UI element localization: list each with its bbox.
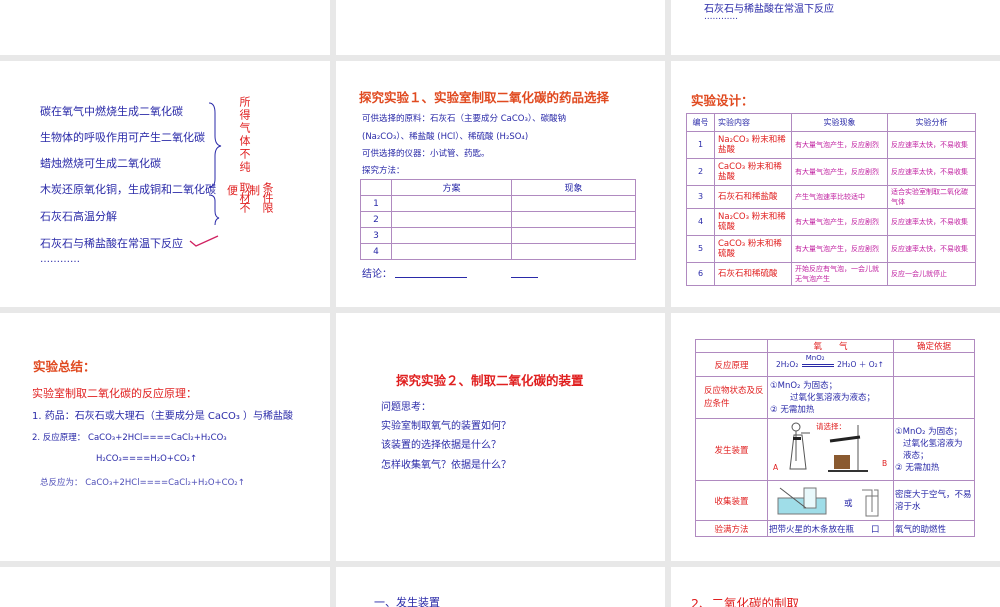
blank-line — [511, 277, 538, 278]
slide-thumbnail-exp2[interactable]: 探究实验２、制取二氧化碳的装置 问题思考： 实验室制取氧气的装置如何？ 该装置的… — [336, 313, 665, 561]
text-line: 问题思考： — [381, 402, 431, 413]
slide-thumbnail-exp1[interactable]: 探究实验１、实验室制取二氧化碳的药品选择 可供选择的原料：石灰石（主要成分 Ca… — [336, 61, 665, 307]
experiment-analysis: 反应速率太快，不易收集 — [887, 208, 976, 236]
note-limit: 条件限 — [261, 182, 274, 212]
experiment-analysis: 反应速率太快，不易收集 — [887, 158, 976, 186]
slide-thumbnail-methods[interactable]: 碳在氧气中燃烧生成二氧化碳 生物体的呼吸作用可产生二氧化碳 蜡烛燃烧可生成二氧化… — [0, 61, 330, 307]
table-row: 5 CaCO₃ 粉末和稀硫酸 有大量气泡产生，反应剧烈 反应速率太快，不易收集 — [686, 235, 976, 263]
ellipsis: ………… — [40, 254, 80, 265]
experiment-content: Na₂CO₃ 粉末和稀硫酸 — [714, 208, 792, 236]
experiment-content: 石灰石和稀盐酸 — [714, 185, 792, 209]
brace-icon — [208, 102, 222, 226]
conclusion-label: 结论： — [362, 269, 392, 280]
row-number: 5 — [686, 235, 715, 263]
method-item: 碳在氧气中燃烧生成二氧化碳 — [40, 105, 183, 118]
experiment-content: Na₂CO₃ 粉末和稀盐酸 — [714, 131, 792, 159]
slide-thumbnail-design[interactable]: 实验设计： 编号 实验内容 实验现象 实验分析 1 Na₂CO₃ 粉末和稀盐酸 有大量气泡… — [671, 61, 1000, 307]
blank-line — [395, 277, 467, 278]
slide-title: 实验设计： — [691, 93, 754, 108]
slide-title: 探究实验２、制取二氧化碳的装置 — [396, 373, 584, 388]
note-impure: 所得气体不纯 — [238, 96, 251, 174]
row-number: 6 — [686, 262, 715, 286]
slide-thumbnail[interactable] — [0, 0, 330, 55]
row-number: 2 — [686, 158, 715, 186]
note-limit: 制 — [249, 184, 260, 197]
row-number: 1 — [686, 131, 715, 159]
slide-thumbnail[interactable]: 石灰石与稀盐酸在常温下反应 ………… — [671, 0, 1000, 55]
experiment-analysis: 适合实验室制取二氧化碳气体 — [887, 185, 976, 209]
plan-table: 方案 现象 1 2 3 4 — [360, 179, 636, 260]
experiment-analysis: 反应速率太快，不易收集 — [887, 235, 976, 263]
text-line: 该装置的选择依据是什么？ — [381, 440, 501, 451]
slide-thumbnail-summary[interactable]: 实验总结： 实验室制取二氧化碳的反应原理： 1. 药品：石灰石或大理石（主要成分… — [0, 313, 330, 561]
slide-thumbnail[interactable] — [336, 0, 665, 55]
slide-title: 一、发生装置 — [374, 596, 440, 607]
text-line: 怎样收集氧气？依据是什么？ — [381, 460, 511, 471]
row-number: 4 — [686, 208, 715, 236]
equation: 总反应为： CaCO₃+2HCl====CaCl₂+H₂O+CO₂↑ — [40, 478, 245, 488]
row-number: 3 — [686, 185, 715, 209]
text-line: 可供选择的原料：石灰石（主要成分 CaCO₃）、碳酸钠 — [362, 114, 567, 124]
slide-thumbnail[interactable]: 2、二氧化碳的制取 — [671, 567, 1000, 607]
slide-title: 2、二氧化碳的制取 — [691, 596, 799, 607]
table-row: 3 石灰石和稀盐酸 产生气泡速率比较适中 适合实验室制取二氧化碳气体 — [686, 185, 976, 209]
equation: 2. 反应原理： CaCO₃+2HCl====CaCl₂+H₂CO₃ — [32, 433, 227, 443]
experiment-phenomenon: 有大量气泡产生，反应剧烈 — [791, 208, 888, 236]
subtitle: 实验室制取二氧化碳的反应原理： — [32, 387, 197, 400]
checkmark-icon — [189, 235, 219, 247]
method-item: 木炭还原氧化铜，生成铜和二氧化碳 — [40, 183, 216, 196]
text-line: 可供选择的仪器：小试管、药匙。 — [362, 149, 490, 159]
experiment-phenomenon: 产生气泡速率比较适中 — [791, 185, 888, 209]
table-row: 6 石灰石和稀硫酸 开始反应有气泡，一会儿就无气泡产生 反应一会儿就停止 — [686, 262, 976, 286]
equation: H₂CO₃====H₂O+CO₂↑ — [96, 454, 198, 464]
design-table: 编号 实验内容 实验现象 实验分析 1 Na₂CO₃ 粉末和稀盐酸 有大量气泡产生，反应剧… — [686, 113, 976, 286]
experiment-phenomenon: 有大量气泡产生，反应剧烈 — [791, 158, 888, 186]
oxygen-table: 氧 气确定依据 反应原理 2H₂O₂ MnO₂ 2H₂O ＋ O₂↑ 反应物状态… — [695, 339, 975, 537]
experiment-content: CaCO₃ 粉末和稀硫酸 — [714, 235, 792, 263]
ellipsis: ………… — [704, 12, 738, 22]
method-item: 石灰石与稀盐酸在常温下反应 — [40, 237, 183, 250]
method-item: 石灰石高温分解 — [40, 210, 117, 223]
method-item: 蜡烛燃烧可生成二氧化碳 — [40, 157, 161, 170]
experiment-content: 石灰石和稀硫酸 — [714, 262, 792, 286]
experiment-phenomenon: 开始反应有气泡，一会儿就无气泡产生 — [791, 262, 888, 286]
note-inconvenient: 便 — [227, 184, 238, 197]
method-item: 生物体的呼吸作用可产生二氧化碳 — [40, 131, 205, 144]
experiment-phenomenon: 有大量气泡产生，反应剧烈 — [791, 131, 888, 159]
table-row: 2 CaCO₃ 粉末和稀盐酸 有大量气泡产生，反应剧烈 反应速率太快，不易收集 — [686, 158, 976, 186]
experiment-phenomenon: 有大量气泡产生，反应剧烈 — [791, 235, 888, 263]
experiment-content: CaCO₃ 粉末和稀盐酸 — [714, 158, 792, 186]
experiment-analysis: 反应一会儿就停止 — [887, 262, 976, 286]
experiment-analysis: 反应速率太快，不易收集 — [887, 131, 976, 159]
text-line: 探究方法： — [362, 166, 405, 176]
slide-thumbnail-oxygen[interactable]: 氧 气确定依据 反应原理 2H₂O₂ MnO₂ 2H₂O ＋ O₂↑ 反应物状态… — [671, 313, 1000, 561]
table-row: 1 Na₂CO₃ 粉末和稀盐酸 有大量气泡产生，反应剧烈 反应速率太快，不易收集 — [686, 131, 976, 159]
slide-thumbnail[interactable]: 一、发生装置 — [336, 567, 665, 607]
text-line: 实验室制取氧气的装置如何？ — [381, 421, 511, 432]
slide-title: 探究实验１、实验室制取二氧化碳的药品选择 — [359, 90, 610, 105]
slide-title: 实验总结： — [33, 359, 96, 374]
table-row: 4 Na₂CO₃ 粉末和稀硫酸 有大量气泡产生，反应剧烈 反应速率太快，不易收集 — [686, 208, 976, 236]
collection-image — [777, 487, 879, 516]
slide-thumbnail[interactable] — [0, 567, 330, 607]
text-line: (Na₂CO₃）、稀盐酸 (HCl）、稀硫酸 (H₂SO₄) — [362, 132, 529, 142]
text-line: 1. 药品：石灰石或大理石（主要成分是 CaCO₃ ）与稀盐酸 — [32, 411, 294, 422]
